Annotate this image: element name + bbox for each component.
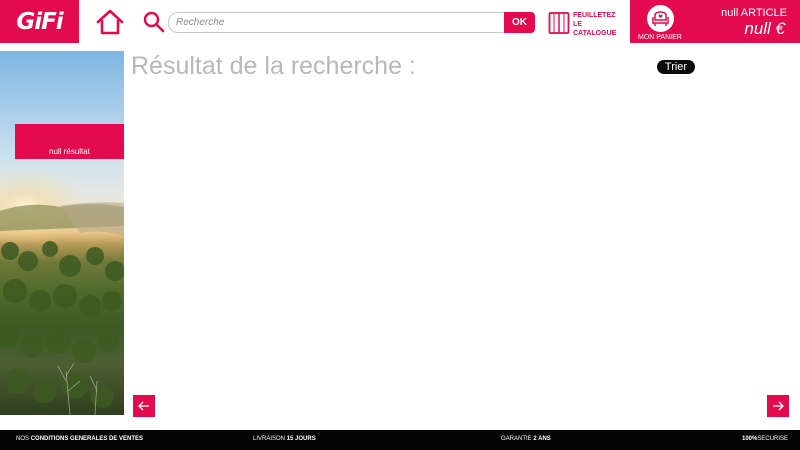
search-ok-button[interactable]: OK [504,12,535,33]
landscape-image [0,171,124,415]
cart-total: null € [744,19,785,38]
previous-page-button[interactable] [133,395,155,417]
sidebar-banner: null résultat [0,51,124,415]
arrow-right-icon [773,401,784,411]
book-icon [548,12,570,34]
cart-label: MON PANIER [638,34,682,41]
header: GiFi OK FEUILLETEZ LE CATALOGUE [0,0,800,43]
cart-button[interactable]: MON PANIER null ARTICLE null € [630,0,800,43]
home-button[interactable] [96,9,124,35]
armchair-icon [647,5,674,32]
catalogue-label: FEUILLETEZ LE CATALOGUE [573,12,617,37]
result-count: null résultat [49,147,90,156]
cart-article-count: null ARTICLE [721,7,787,19]
footer-bar: NOS CONDITIONS GENERALES DE VENTES LIVRA… [0,430,800,450]
sort-button[interactable]: Trier [657,60,695,74]
home-icon [96,9,124,35]
result-count-box: null résultat [15,124,124,159]
footer-item-garantie[interactable]: GARANTIE 2 ANS [501,436,551,442]
page-title: Résultat de la recherche : [131,52,416,80]
logo-text: GiFi [16,8,63,35]
next-page-button[interactable] [767,395,789,417]
gifi-logo[interactable]: GiFi [0,0,79,43]
footer-item-securise[interactable]: 100%SECURISE [742,436,788,442]
footer-item-cgv[interactable]: NOS CONDITIONS GENERALES DE VENTES [16,436,143,442]
search-input[interactable] [168,12,505,33]
search-icon[interactable] [143,11,165,33]
footer-item-livraison[interactable]: LIVRAISON 15 JOURS [253,436,316,442]
arrow-left-icon [138,401,149,411]
catalogue-link[interactable]: FEUILLETEZ LE CATALOGUE [548,10,626,37]
